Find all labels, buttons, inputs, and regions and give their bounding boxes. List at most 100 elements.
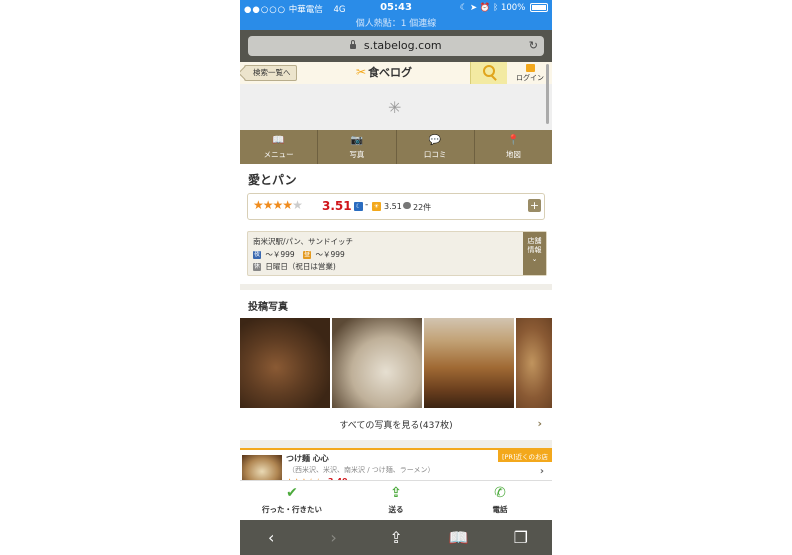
comment-icon: 💬: [428, 135, 442, 146]
browser-forward-button[interactable]: ›: [302, 520, 364, 555]
site-header: 検索一覧へ ✂ 食べログ ログイン: [240, 62, 552, 85]
ad-shop-subtitle: （西米沢、米沢、南米沢 / つけ麺、ラーメン）: [288, 466, 435, 474]
tab-map[interactable]: 📍 地図: [475, 130, 552, 164]
shop-tab-bar: 📖 メニュー 📷 写真 💬 口コミ 📍 地図: [240, 130, 552, 164]
store-info-label-2: 情報: [527, 246, 542, 254]
tab-menu[interactable]: 📖 メニュー: [240, 130, 319, 164]
forward-icon: ›: [330, 528, 337, 547]
battery-percent: 100%: [500, 3, 526, 13]
bookmarks-icon: 📖: [448, 528, 469, 547]
bluetooth-icon: ᛒ: [493, 3, 499, 13]
night-score: -: [365, 200, 369, 210]
day-score: 3.51: [384, 202, 402, 211]
night-price: ～￥999: [265, 250, 295, 259]
day-rating-icon: ☀: [372, 202, 381, 211]
tabelog-logo[interactable]: ✂ 食べログ: [356, 64, 412, 80]
scrollbar[interactable]: [546, 64, 549, 124]
loading-spinner-icon: ✳: [388, 98, 402, 117]
browser-share-button[interactable]: ⇪: [365, 520, 427, 555]
review-count: 22件: [413, 203, 432, 212]
night-price-label: 夜: [253, 251, 261, 259]
status-right: ☾ ➤ ⏰ ᛒ 100%: [460, 3, 548, 13]
lock-icon: [350, 40, 357, 49]
logo-mark-icon: ✂: [356, 65, 367, 79]
closed-days: 日曜日（祝日は営業): [265, 262, 336, 271]
store-info-button[interactable]: 店舗 情報 ⌄: [523, 232, 546, 275]
chevron-right-icon: ›: [539, 466, 544, 477]
tab-menu-label: メニュー: [263, 150, 294, 159]
half-star-icon: ★: [282, 198, 293, 212]
share-icon: ⇪: [389, 528, 403, 547]
login-icon: [525, 64, 535, 72]
section-divider: [240, 440, 552, 448]
photo-thumbnail[interactable]: [424, 318, 514, 408]
star-rating: ★★★★★: [253, 198, 303, 212]
rating-box[interactable]: ★★★★★ 3.51 ☾ - ☀ 3.51 22件 +: [247, 193, 545, 220]
status-bar: ●●○○○ 中華電信 4G 05:43 ☾ ➤ ⏰ ᛒ 100% 個人熱點：1 …: [240, 0, 552, 30]
moon-icon: ☾: [459, 3, 468, 13]
expand-rating-button[interactable]: +: [528, 199, 541, 212]
day-price-label: 昼: [303, 251, 312, 259]
browser-tabs-button[interactable]: ❐: [490, 520, 552, 555]
browser-bookmarks-button[interactable]: 📖: [427, 520, 489, 555]
location-icon: ➤: [470, 3, 478, 13]
alarm-icon: ⏰: [479, 3, 491, 13]
chevron-right-icon: ›: [537, 417, 542, 430]
closed-label: 休: [253, 263, 261, 271]
genre-text: 南米沢駅/パン、サンドイッチ: [253, 237, 353, 246]
login-button[interactable]: ログイン: [512, 64, 548, 83]
been-want-button[interactable]: ✔ 行った・行きたい: [240, 481, 344, 521]
check-circle-icon: ✔: [286, 485, 298, 501]
rating-score: 3.51: [322, 199, 352, 213]
back-to-search-button[interactable]: 検索一覧へ: [244, 65, 297, 81]
star-icon: ★: [253, 198, 264, 212]
empty-star-icon: ★: [292, 198, 303, 212]
send-button[interactable]: ⇪ 送る: [344, 481, 448, 521]
action-bar: ✔ 行った・行きたい ⇪ 送る ✆ 電話: [240, 480, 552, 521]
call-button[interactable]: ✆ 電話: [448, 481, 552, 521]
send-label: 送る: [388, 505, 404, 514]
day-price: ～￥999: [315, 250, 345, 259]
search-icon: [483, 65, 495, 77]
tab-map-label: 地図: [505, 150, 521, 159]
section-divider: [240, 284, 552, 290]
tabs-icon: ❐: [513, 528, 528, 547]
price-row: 夜 ～￥999 昼 ～￥999: [253, 249, 345, 260]
shop-info-box: 南米沢駅/パン、サンドイッチ 夜 ～￥999 昼 ～￥999 休 日曜日（祝日は…: [247, 231, 547, 276]
see-all-photos-link[interactable]: すべての写真を見る(437枚) ›: [240, 408, 552, 440]
been-want-label: 行った・行きたい: [262, 505, 322, 514]
pr-badge: [PR]近くのお店: [497, 450, 552, 462]
chevron-down-icon: ⌄: [531, 255, 538, 263]
hotspot-banner[interactable]: 個人熱點：1 個連線: [240, 16, 552, 29]
photo-thumbnail[interactable]: [240, 318, 330, 408]
map-pin-icon: 📍: [507, 135, 520, 146]
search-button[interactable]: [470, 62, 507, 84]
browser-back-button[interactable]: ‹: [240, 520, 302, 555]
share-icon: ⇪: [390, 485, 402, 501]
url-text-wrap: s.tabelog.com: [248, 39, 544, 52]
call-label: 電話: [492, 505, 508, 514]
back-icon: ‹: [268, 528, 275, 547]
ad-banner-area: ✳: [240, 84, 552, 130]
star-icon: ★: [262, 198, 274, 212]
ad-shop-name: つけ麺 心心: [286, 454, 329, 463]
photo-thumbnail[interactable]: [516, 318, 552, 408]
tab-photos[interactable]: 📷 写真: [318, 130, 397, 164]
review-icon: [403, 202, 411, 209]
phone-icon: ✆: [494, 485, 506, 501]
store-info-label-1: 店舗: [527, 237, 542, 245]
phone-screen: ●●○○○ 中華電信 4G 05:43 ☾ ➤ ⏰ ᛒ 100% 個人熱點：1 …: [240, 0, 552, 555]
login-label: ログイン: [516, 74, 544, 82]
photo-strip[interactable]: [240, 318, 552, 408]
tab-reviews[interactable]: 💬 口コミ: [397, 130, 475, 164]
browser-toolbar: ‹ › ⇪ 📖 ❐: [240, 520, 552, 555]
camera-icon: 📷: [350, 135, 364, 146]
address-field[interactable]: s.tabelog.com ↻: [248, 36, 544, 56]
battery-icon: [530, 3, 548, 12]
photo-thumbnail[interactable]: [332, 318, 422, 408]
photos-section-title: 投稿写真: [248, 302, 288, 313]
book-icon: 📖: [272, 135, 285, 146]
browser-url-bar: s.tabelog.com ↻: [240, 30, 552, 62]
tab-reviews-label: 口コミ: [423, 150, 447, 159]
reload-icon[interactable]: ↻: [529, 39, 538, 52]
